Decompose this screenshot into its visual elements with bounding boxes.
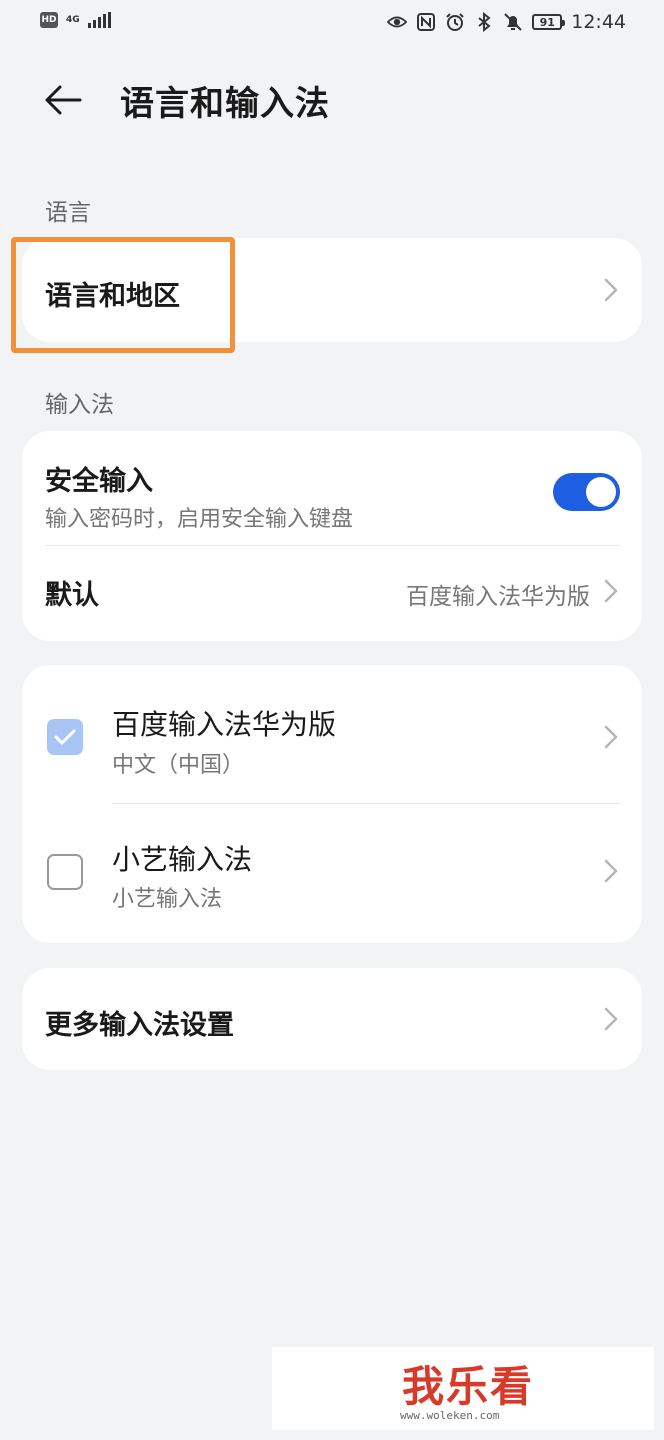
battery-icon: 91 bbox=[532, 14, 566, 30]
clock: 12:44 bbox=[571, 11, 626, 33]
input-method-language: 小艺输入法 bbox=[112, 887, 223, 912]
watermark-logo: 我乐看 bbox=[402, 1362, 535, 1411]
toggle-knob bbox=[586, 477, 616, 507]
back-button[interactable] bbox=[42, 78, 86, 122]
status-bar: HD 4G 91 12:44 bbox=[0, 0, 664, 48]
default-input-value: 百度输入法华为版 bbox=[406, 584, 590, 610]
watermark: 我乐看 www.woleken.com bbox=[272, 1347, 654, 1430]
watermark-url: www.woleken.com bbox=[400, 1409, 500, 1422]
list-item[interactable]: 百度输入法华为版 中文（中国） bbox=[22, 665, 642, 803]
chevron-right-icon bbox=[604, 579, 618, 603]
chevron-right-icon bbox=[604, 725, 618, 749]
highlight-box bbox=[11, 237, 235, 353]
chevron-right-icon bbox=[604, 278, 618, 302]
secure-input-toggle[interactable] bbox=[553, 473, 620, 511]
checkbox-checked[interactable] bbox=[47, 719, 83, 755]
app-header: 语言和输入法 bbox=[0, 70, 664, 130]
eye-icon bbox=[387, 12, 408, 32]
input-method-name: 百度输入法华为版 bbox=[112, 708, 337, 741]
chevron-right-icon bbox=[604, 1007, 618, 1031]
network-type: 4G bbox=[66, 14, 80, 25]
chevron-right-icon bbox=[604, 859, 618, 883]
mute-bell-icon bbox=[503, 12, 523, 32]
default-input-label: 默认 bbox=[45, 580, 99, 611]
list-item[interactable]: 小艺输入法 小艺输入法 bbox=[22, 804, 642, 943]
secure-input-item: 安全输入 输入密码时，启用安全输入键盘 bbox=[22, 431, 642, 545]
section-label-language: 语言 bbox=[45, 200, 91, 226]
checkbox-unchecked[interactable] bbox=[47, 854, 83, 890]
input-settings-card: 安全输入 输入密码时，启用安全输入键盘 默认 百度输入法华为版 bbox=[22, 431, 642, 641]
nfc-icon bbox=[416, 12, 436, 32]
section-label-input: 输入法 bbox=[45, 392, 114, 418]
more-input-settings-item[interactable]: 更多输入法设置 bbox=[22, 968, 642, 1070]
input-method-language: 中文（中国） bbox=[112, 753, 245, 778]
bluetooth-icon bbox=[474, 12, 494, 32]
more-input-settings-label: 更多输入法设置 bbox=[45, 1010, 234, 1041]
checkmark-icon bbox=[54, 729, 76, 745]
signal-icon bbox=[87, 12, 111, 28]
alarm-icon bbox=[445, 12, 465, 32]
default-input-item[interactable]: 默认 百度输入法华为版 bbox=[22, 546, 642, 641]
input-method-name: 小艺输入法 bbox=[112, 843, 253, 876]
arrow-left-icon bbox=[45, 85, 82, 115]
hd-icon: HD bbox=[40, 12, 58, 28]
input-methods-card: 百度输入法华为版 中文（中国） 小艺输入法 小艺输入法 bbox=[22, 665, 642, 943]
secure-input-subtitle: 输入密码时，启用安全输入键盘 bbox=[45, 507, 354, 532]
secure-input-title: 安全输入 bbox=[45, 466, 153, 497]
page-title: 语言和输入法 bbox=[120, 84, 330, 124]
